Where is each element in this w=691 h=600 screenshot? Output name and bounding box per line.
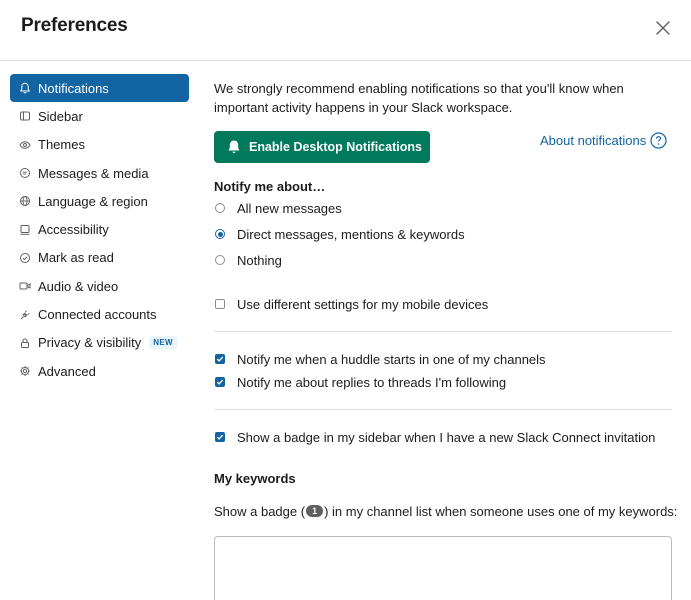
slack-connect-checkbox[interactable]: [215, 432, 225, 442]
sidebar-item-label: Audio & video: [38, 278, 119, 294]
eye-icon: [18, 138, 31, 151]
enable-button-label: Enable Desktop Notifications: [249, 140, 422, 154]
bell-icon: [228, 140, 240, 154]
sidebar-item-label: Sidebar: [38, 108, 83, 124]
sidebar-item-language-region[interactable]: Language & region: [10, 187, 189, 215]
sidebar-item-label: Notifications: [38, 80, 109, 96]
check-circle-icon: [18, 251, 31, 264]
sidebar-item-privacy-visibility[interactable]: Privacy & visibility NEW: [10, 329, 189, 357]
plug-icon: [18, 308, 31, 321]
globe-icon: [18, 195, 31, 208]
divider: [214, 331, 672, 332]
sidebar-item-advanced[interactable]: Advanced: [10, 357, 189, 385]
new-badge: NEW: [149, 336, 177, 350]
sidebar-item-label: Mark as read: [38, 250, 114, 266]
enable-desktop-notifications-button[interactable]: Enable Desktop Notifications: [214, 131, 430, 163]
sidebar-item-mark-as-read[interactable]: Mark as read: [10, 244, 189, 272]
close-button[interactable]: [652, 17, 674, 39]
sidebar-item-label: Accessibility: [38, 222, 109, 238]
monitor-icon: [18, 223, 31, 236]
keywords-desc-after: ) in my channel list when someone uses o…: [324, 503, 678, 519]
checkbox-label: Notify me when a huddle starts in one of…: [237, 351, 546, 367]
divider: [214, 409, 672, 410]
sidebar-item-messages-media[interactable]: Messages & media: [10, 159, 189, 187]
radio-label: All new messages: [237, 200, 342, 216]
radio-label: Direct messages, mentions & keywords: [237, 226, 465, 242]
sidebar-item-label: Advanced: [38, 363, 96, 379]
sidebar-item-label: Language & region: [38, 193, 148, 209]
gear-icon: [18, 365, 31, 378]
bell-icon: [18, 82, 31, 95]
help-icon: [650, 132, 667, 149]
slack-connect-option[interactable]: Show a badge in my sidebar when I have a…: [214, 428, 655, 446]
count-badge: 1: [306, 505, 324, 517]
radio-all-new-messages[interactable]: [215, 203, 225, 213]
radio-option-direct[interactable]: Direct messages, mentions & keywords: [214, 225, 465, 243]
checkbox-label: Show a badge in my sidebar when I have a…: [237, 429, 656, 445]
huddle-checkbox[interactable]: [215, 354, 225, 364]
keywords-heading: My keywords: [214, 471, 296, 486]
radio-label: Nothing: [237, 252, 282, 268]
video-icon: [18, 280, 31, 293]
sidebar-item-label: Themes: [38, 137, 85, 153]
threads-option[interactable]: Notify me about replies to threads I'm f…: [214, 373, 506, 391]
sidebar-item-label: Privacy & visibility: [38, 335, 142, 351]
intro-text: We strongly recommend enabling notificat…: [214, 81, 624, 115]
sidebar-item-sidebar[interactable]: Sidebar: [10, 102, 189, 130]
keywords-desc-before: Show a badge (: [214, 503, 306, 519]
notify-heading: Notify me about…: [214, 179, 326, 194]
sidebar-item-accessibility[interactable]: Accessibility: [10, 215, 189, 243]
sidebar-item-audio-video[interactable]: Audio & video: [10, 272, 189, 300]
keywords-input[interactable]: [214, 536, 672, 600]
sidebar-icon: [18, 110, 31, 123]
keywords-description: Show a badge ( 1 ) in my channel list wh…: [214, 502, 677, 520]
threads-checkbox[interactable]: [215, 377, 225, 387]
dialog-title: Preferences: [21, 15, 128, 36]
radio-option-all[interactable]: All new messages: [214, 199, 342, 217]
sidebar-item-label: Connected accounts: [38, 307, 157, 323]
lock-icon: [18, 336, 31, 349]
mobile-settings-checkbox[interactable]: [215, 299, 225, 309]
radio-direct-mentions-keywords[interactable]: [215, 229, 225, 239]
checkbox-label: Use different settings for my mobile dev…: [237, 296, 489, 312]
sidebar-item-label: Messages & media: [38, 165, 149, 181]
sidebar-item-connected-accounts[interactable]: Connected accounts: [10, 300, 189, 328]
dialog-header: Preferences: [0, 0, 691, 61]
about-link-label: About notifications: [540, 133, 647, 148]
checkmark-icon: [216, 379, 224, 385]
radio-nothing[interactable]: [215, 255, 225, 265]
checkbox-label: Notify me about replies to threads I'm f…: [237, 374, 507, 390]
message-icon: [18, 167, 31, 180]
sidebar-item-themes[interactable]: Themes: [10, 131, 189, 159]
preferences-sidebar: Notifications Sidebar Themes Messages & …: [10, 74, 189, 385]
huddle-option[interactable]: Notify me when a huddle starts in one of…: [214, 350, 546, 368]
checkmark-icon: [216, 434, 224, 440]
close-icon: [656, 21, 670, 35]
checkmark-icon: [216, 356, 224, 362]
sidebar-item-notifications[interactable]: Notifications: [10, 74, 189, 103]
mobile-settings-option[interactable]: Use different settings for my mobile dev…: [214, 295, 488, 313]
about-notifications-link[interactable]: About notifications: [540, 132, 667, 149]
radio-option-nothing[interactable]: Nothing: [214, 251, 282, 269]
